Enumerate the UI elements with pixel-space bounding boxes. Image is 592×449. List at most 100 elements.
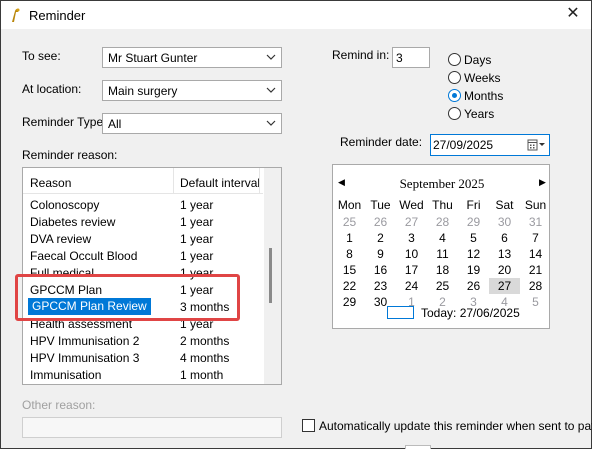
- calendar-day[interactable]: 26: [365, 214, 396, 230]
- calendar-day[interactable]: 4: [427, 230, 458, 246]
- calendar-day[interactable]: 15: [334, 262, 365, 278]
- radio-years-label[interactable]: Years: [464, 107, 494, 121]
- radio-days[interactable]: [448, 53, 461, 66]
- calendar-day[interactable]: 31: [520, 214, 551, 230]
- calendar-day[interactable]: 25: [427, 278, 458, 294]
- calendar-day[interactable]: 23: [365, 278, 396, 294]
- calendar-day[interactable]: 20: [489, 262, 520, 278]
- list-item[interactable]: Faecal Occult Blood 1 year: [23, 247, 263, 264]
- calendar-day[interactable]: 13: [489, 246, 520, 262]
- reason-cell: Colonoscopy: [30, 198, 100, 212]
- window-title: Reminder: [29, 8, 86, 23]
- list-item[interactable]: HPV Immunisation 2 2 months: [23, 332, 263, 349]
- radio-months-label[interactable]: Months: [464, 89, 503, 103]
- calendar-day[interactable]: 22: [334, 278, 365, 294]
- reason-cell: Immunisation: [30, 368, 102, 382]
- calendar-day[interactable]: 24: [396, 278, 427, 294]
- interval-cell: 1 month: [180, 368, 224, 382]
- list-item[interactable]: Colonoscopy 1 year: [23, 196, 263, 213]
- calendar-day[interactable]: 19: [458, 262, 489, 278]
- calendar-day[interactable]: 21: [520, 262, 551, 278]
- to-see-label: To see:: [22, 49, 61, 63]
- calendar-day[interactable]: 9: [365, 246, 396, 262]
- interval-cell: 1 year: [180, 232, 214, 246]
- radio-days-label[interactable]: Days: [464, 53, 491, 67]
- reason-cell: Diabetes review: [30, 215, 116, 229]
- other-reason-label: Other reason:: [22, 398, 96, 412]
- calendar-dropdown-icon[interactable]: [527, 139, 545, 151]
- weekday-label: Thu: [432, 198, 453, 212]
- truncated-field: [405, 445, 431, 449]
- calendar-day[interactable]: 17: [396, 262, 427, 278]
- radio-months[interactable]: [448, 89, 461, 102]
- auto-update-label[interactable]: Automatically update this reminder when …: [319, 419, 592, 433]
- calendar-day[interactable]: 14: [520, 246, 551, 262]
- reminder-type-label: Reminder Type:: [22, 115, 107, 129]
- calendar-day[interactable]: 29: [458, 214, 489, 230]
- calendar-month-title[interactable]: September 2025: [333, 176, 551, 192]
- today-marker[interactable]: [387, 306, 414, 319]
- chevron-down-icon: [266, 120, 276, 126]
- calendar-day[interactable]: 16: [365, 262, 396, 278]
- weekday-label: Sun: [524, 198, 547, 212]
- column-divider: [259, 168, 260, 194]
- calendar-day[interactable]: 26: [458, 278, 489, 294]
- list-scrollbar[interactable]: [264, 168, 281, 384]
- reminder-type-combo[interactable]: All: [102, 113, 282, 134]
- reminder-date-label: Reminder date:: [340, 135, 423, 149]
- calendar-day[interactable]: 1: [334, 230, 365, 246]
- month-calendar[interactable]: ◀ September 2025 ▶ Mon Tue Wed Thu Fri Sat Sun…: [332, 164, 550, 329]
- list-item[interactable]: Immunisation 1 month: [23, 366, 263, 383]
- calendar-day[interactable]: 29: [334, 294, 365, 310]
- other-reason-field[interactable]: [22, 417, 282, 438]
- at-location-combo[interactable]: Main surgery: [102, 80, 282, 101]
- column-header-reason[interactable]: Reason: [30, 176, 71, 190]
- radio-years[interactable]: [448, 107, 461, 120]
- reminder-date-picker[interactable]: 27/09/2025: [430, 134, 550, 156]
- weekday-label: Tue: [370, 198, 391, 212]
- radio-weeks-label[interactable]: Weeks: [464, 71, 500, 85]
- app-icon: [12, 8, 20, 22]
- weekday-label: Sat: [495, 198, 514, 212]
- calendar-day[interactable]: 8: [334, 246, 365, 262]
- scrollbar-thumb[interactable]: [269, 248, 272, 303]
- interval-cell: 1 year: [180, 215, 214, 229]
- reminder-dialog: Reminder ✕ To see: Mr Stuart Gunter At l…: [0, 0, 592, 449]
- chevron-down-icon: [266, 87, 276, 93]
- radio-weeks[interactable]: [448, 71, 461, 84]
- calendar-day[interactable]: 30: [489, 214, 520, 230]
- reminder-reason-label: Reminder reason:: [22, 148, 118, 162]
- close-icon[interactable]: ✕: [563, 4, 583, 24]
- today-label[interactable]: Today: 27/06/2025: [421, 306, 520, 320]
- reason-cell: DVA review: [30, 232, 92, 246]
- list-item[interactable]: Diabetes review 1 year: [23, 213, 263, 230]
- reason-cell: HPV Immunisation 3: [30, 351, 140, 365]
- auto-update-checkbox[interactable]: [302, 419, 315, 432]
- calendar-day[interactable]: 2: [365, 230, 396, 246]
- calendar-day[interactable]: 25: [334, 214, 365, 230]
- calendar-day[interactable]: 18: [427, 262, 458, 278]
- to-see-combo[interactable]: Mr Stuart Gunter: [102, 47, 282, 68]
- calendar-day[interactable]: 27: [489, 278, 520, 294]
- calendar-day[interactable]: 28: [520, 278, 551, 294]
- calendar-day[interactable]: 6: [489, 230, 520, 246]
- to-see-value: Mr Stuart Gunter: [108, 51, 198, 65]
- reason-cell: Faecal Occult Blood: [30, 249, 138, 263]
- calendar-day[interactable]: 10: [396, 246, 427, 262]
- calendar-day[interactable]: 3: [396, 230, 427, 246]
- next-month-icon[interactable]: ▶: [539, 177, 546, 188]
- calendar-day[interactable]: 5: [458, 230, 489, 246]
- remind-in-field[interactable]: 3: [392, 47, 430, 68]
- calendar-day[interactable]: 7: [520, 230, 551, 246]
- calendar-day[interactable]: 28: [427, 214, 458, 230]
- interval-cell: 1 year: [180, 198, 214, 212]
- calendar-day[interactable]: 11: [427, 246, 458, 262]
- calendar-day[interactable]: 12: [458, 246, 489, 262]
- list-item[interactable]: HPV Immunisation 3 4 months: [23, 349, 263, 366]
- interval-cell: 1 year: [180, 249, 214, 263]
- calendar-day[interactable]: 27: [396, 214, 427, 230]
- calendar-day[interactable]: 5: [520, 294, 551, 310]
- reason-cell: HPV Immunisation 2: [30, 334, 140, 348]
- column-header-interval[interactable]: Default interval: [180, 176, 260, 190]
- list-item[interactable]: DVA review 1 year: [23, 230, 263, 247]
